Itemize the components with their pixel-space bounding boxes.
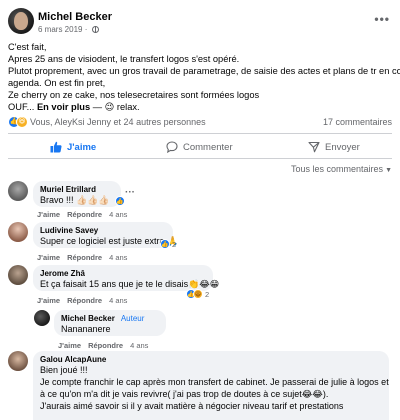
author-name[interactable]: Michel Becker (38, 11, 112, 23)
comment: Jerome Zhâ Et ça faisait 15 ans que je t… (8, 265, 392, 305)
thumbs-up-icon (50, 141, 62, 153)
comment-reaction-count: 2 (205, 289, 210, 299)
comment-meta: J'aime Répondre 4 ans (58, 341, 148, 350)
reactions-names[interactable]: Vous, AleyKsi Jenny et 24 autres personn… (30, 117, 206, 127)
caret-down-icon: ▼ (385, 167, 392, 174)
post-line: Plutot proprement, avec un gros travail … (8, 66, 400, 76)
post-line: agenda. On est fin pret, (8, 78, 106, 88)
comment-text-line: Bien joué !!! (40, 365, 88, 375)
comment: Ludivine Savey Super ce logiciel est jus… (8, 222, 392, 262)
post-line: Apres 25 ans de visiodent, le transfert … (8, 54, 240, 64)
filter-label: Tous les commentaires (291, 164, 384, 174)
comment-time[interactable]: 4 ans (130, 341, 148, 350)
care-reaction-icon: 😆 (193, 289, 203, 299)
share-icon (308, 141, 320, 153)
comment-options-icon[interactable]: ··· (125, 187, 135, 198)
comment-time[interactable]: 4 ans (109, 253, 127, 262)
see-more-link[interactable]: En voir plus (37, 102, 90, 112)
like-label: J'aime (67, 141, 97, 153)
commenter-name[interactable]: Galou AlcapAune (40, 355, 382, 364)
divider (8, 133, 392, 134)
post-date-text[interactable]: 6 mars 2019 (38, 25, 82, 34)
comment-meta: J'aime Répondre 4 ans (37, 253, 127, 262)
comment-label: Commenter (183, 141, 233, 153)
reaction-icons[interactable]: 👍 😆 (8, 116, 28, 128)
like-reaction-icon: 👍 (160, 239, 170, 249)
author-badge: Auteur (120, 314, 145, 323)
comment-icon (166, 141, 178, 153)
reaction-summary: 👍 😆 Vous, AleyKsi Jenny et 24 autres per… (8, 115, 394, 131)
post-line-prefix: OUF... (8, 102, 35, 112)
more-icon[interactable]: ••• (374, 12, 390, 26)
comment-bubble: Ludivine Savey Super ce logiciel est jus… (33, 222, 179, 248)
comment-bubble: Jerome Zhâ Et ça faisait 15 ans que je t… (33, 265, 220, 291)
comment-reply-link[interactable]: Répondre (67, 210, 102, 219)
comment-like-link[interactable]: J'aime (58, 341, 81, 350)
share-button[interactable]: Envoyer (308, 137, 360, 157)
commenter-name-row: Michel Becker Auteur (61, 314, 159, 323)
comment: Galou AlcapAune Bien joué !!! Je compte … (8, 351, 392, 420)
comment-like-link[interactable]: J'aime (37, 253, 60, 262)
comment-bubble: Muriel Etrillard Bravo !!! 👍🏻👍🏻👍🏻 (33, 181, 121, 207)
post-text: C'est fait, Apres 25 ans de visiodent, l… (8, 41, 400, 113)
commenter-avatar[interactable] (8, 181, 28, 201)
commenter-name[interactable]: Jerome Zhâ (40, 269, 206, 278)
comment-reply-link[interactable]: Répondre (67, 253, 102, 262)
author-avatar[interactable] (8, 8, 34, 34)
post-header: Michel Becker 6 mars 2019 · ••• (8, 8, 392, 38)
action-bar: J'aime Commenter Envoyer (8, 137, 392, 157)
date-separator: · (84, 25, 88, 34)
commenter-avatar[interactable] (8, 265, 28, 285)
comment-text-line: J'aurais aimé savoir si il y avait matiè… (40, 401, 344, 411)
comment-reactions[interactable]: 👍 😆 2 (186, 289, 209, 299)
comment-like-link[interactable]: J'aime (37, 296, 60, 305)
comment-text-line: Je compte franchir le cap après mon tran… (40, 377, 389, 387)
commenter-avatar[interactable] (34, 310, 50, 326)
comments-count[interactable]: 17 commentaires (323, 117, 392, 127)
comment-button[interactable]: Commenter (166, 137, 233, 157)
post-line: Ze cherry on ze cake, nos telesecretaire… (8, 90, 260, 100)
like-button[interactable]: J'aime (50, 137, 96, 157)
share-label: Envoyer (325, 141, 360, 153)
post-line: C'est fait, (8, 42, 47, 52)
comment-reply-link[interactable]: Répondre (88, 341, 123, 350)
divider (8, 158, 392, 159)
commenter-name[interactable]: Muriel Etrillard (40, 185, 114, 194)
comment-text: Nanananere (61, 324, 111, 334)
commenter-avatar[interactable] (8, 222, 28, 242)
haha-reaction-icon: 😆 (16, 116, 28, 128)
comment-text-line: à ce qu'on m'a dit je vais revivre( j'ai… (40, 389, 329, 399)
comment-reply: Michel Becker Auteur Nanananere J'aime Rép… (34, 310, 392, 350)
comment-reaction-count: 2 (172, 239, 177, 249)
comment-text: Et ça faisait 15 ans que je te le disais… (40, 279, 220, 289)
comment-meta: J'aime Répondre 4 ans (37, 296, 127, 305)
comment-time[interactable]: 4 ans (109, 296, 127, 305)
comments-filter[interactable]: Tous les commentaires ▼ (291, 164, 392, 174)
comment-bubble: Galou AlcapAune Bien joué !!! Je compte … (33, 351, 389, 420)
comment-reply-link[interactable]: Répondre (67, 296, 102, 305)
comment-text: Bravo !!! 👍🏻👍🏻👍🏻 (40, 195, 110, 205)
comment: Muriel Etrillard Bravo !!! 👍🏻👍🏻👍🏻 👍 ··· … (8, 181, 392, 221)
commenter-avatar[interactable] (8, 351, 28, 371)
comment-bubble: Michel Becker Auteur Nanananere (54, 310, 166, 336)
like-reaction-icon[interactable]: 👍 (115, 196, 125, 206)
post-line-last: OUF... En voir plus — 😉 relax. (8, 101, 394, 113)
globe-icon (91, 26, 99, 33)
comment-time[interactable]: 4 ans (109, 210, 127, 219)
commenter-name[interactable]: Ludivine Savey (40, 226, 166, 235)
comment-reactions[interactable]: 👍 2 (160, 239, 176, 249)
comment-like-link[interactable]: J'aime (37, 210, 60, 219)
post-date[interactable]: 6 mars 2019 · (38, 25, 99, 34)
comment-meta: J'aime Répondre 4 ans (37, 210, 127, 219)
post-card: Michel Becker 6 mars 2019 · ••• C'est fa… (0, 0, 400, 420)
post-line-suffix: — 😉 relax. (92, 102, 140, 112)
commenter-name[interactable]: Michel Becker (61, 314, 115, 323)
comment-text: Super ce logiciel est juste extra 🙏 (40, 236, 179, 246)
